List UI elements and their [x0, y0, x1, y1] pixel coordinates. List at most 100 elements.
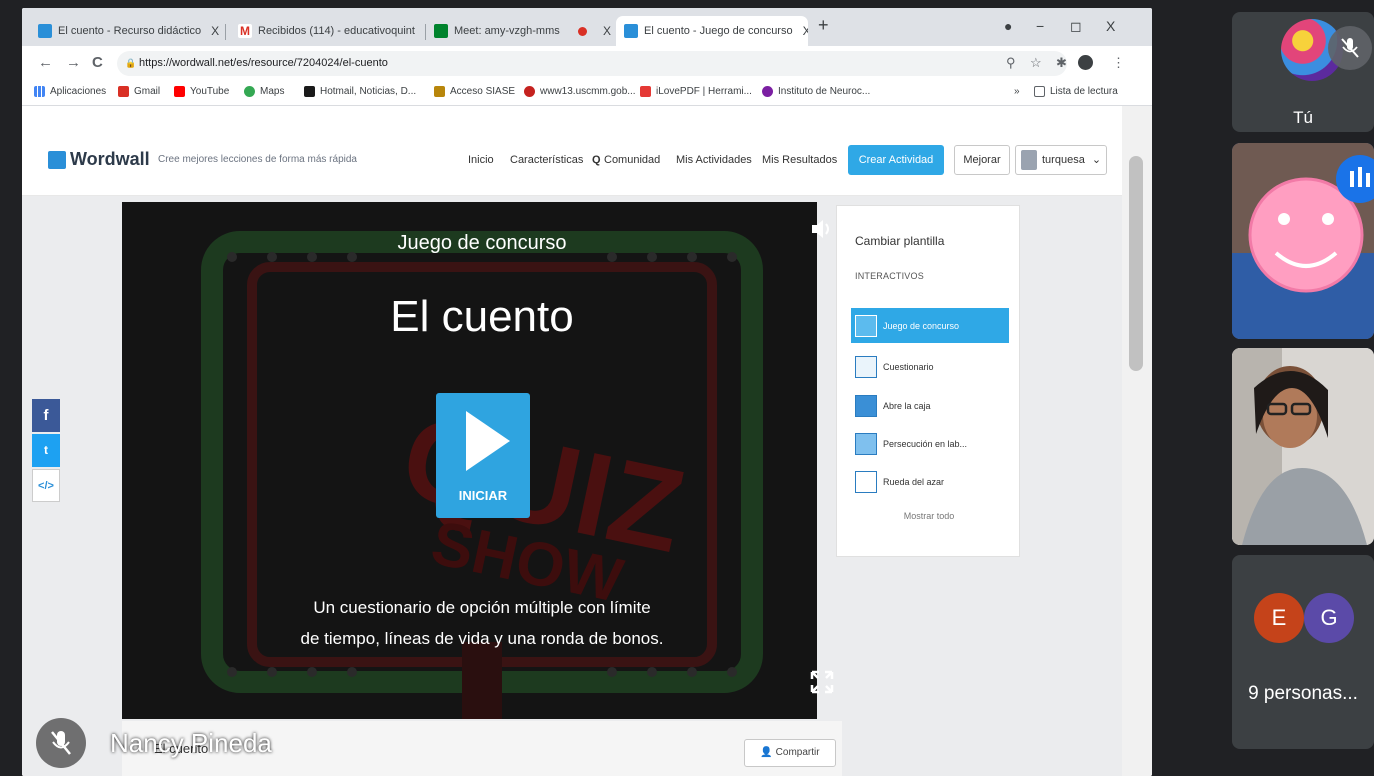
search-icon[interactable]: Q — [592, 154, 601, 166]
gmail-favicon-icon: M — [238, 24, 252, 38]
maps-icon — [244, 86, 255, 97]
bookmark-label: www13.uscmm.gob... — [540, 86, 636, 97]
wordwall-logo-icon — [48, 150, 66, 169]
facebook-share-icon[interactable]: f — [32, 399, 60, 432]
minimize-button[interactable]: − — [1036, 18, 1044, 34]
back-icon[interactable]: ← — [38, 54, 53, 71]
bookmark-label: Instituto de Neuroc... — [778, 86, 871, 97]
bookmark-gmail[interactable]: Gmail — [118, 86, 160, 97]
bookmark-ilovepdf[interactable]: iLovePDF | Herrami... — [640, 86, 752, 97]
browser-tab[interactable]: X — [570, 16, 620, 46]
tab-title: El cuento - Recurso didáctico — [58, 25, 202, 37]
embed-icon[interactable]: </> — [32, 469, 60, 502]
template-juego-de-concurso[interactable]: Juego de concurso — [851, 308, 1009, 343]
bookmarks-overflow-button[interactable]: » — [1014, 86, 1020, 97]
extensions-icon[interactable]: ✱ — [1056, 55, 1067, 71]
upgrade-button[interactable]: Mejorar — [954, 145, 1010, 175]
tab-close-icon[interactable]: X — [803, 24, 808, 38]
browser-tab[interactable]: Meet: amy-vzgh-mms — [426, 16, 566, 46]
siase-icon — [434, 86, 445, 97]
template-cuestionario[interactable]: Cuestionario — [851, 349, 1009, 384]
tab-title: Meet: amy-vzgh-mms — [454, 25, 560, 37]
logo-text: Wordwall — [70, 149, 150, 169]
participant-avatar-e: E — [1254, 593, 1304, 643]
bookmark-instituto[interactable]: Instituto de Neuroc... — [762, 86, 870, 97]
browser-tab[interactable]: El cuento - Recurso didáctico X — [30, 16, 220, 46]
nav-mis-resultados[interactable]: Mis Resultados — [762, 154, 837, 166]
template-abre-la-caja[interactable]: Abre la caja — [851, 388, 1009, 423]
scrollbar-thumb[interactable] — [1129, 156, 1143, 371]
start-game-button[interactable]: INICIAR — [436, 393, 530, 518]
forward-icon[interactable]: → — [66, 54, 81, 71]
maximize-button[interactable]: ◻ — [1070, 18, 1082, 35]
self-label: Tú — [1293, 108, 1313, 127]
reload-icon[interactable]: C — [92, 54, 103, 71]
meet-favicon-icon — [434, 24, 448, 38]
menu-dots-icon[interactable]: ⋮ — [1112, 55, 1125, 71]
profile-dot-icon[interactable]: ● — [1004, 18, 1012, 34]
self-tile[interactable]: Tú — [1232, 12, 1374, 132]
tab-title: El cuento - Juego de concurso — [644, 25, 793, 37]
wordwall-logo[interactable]: Wordwall — [48, 149, 150, 170]
description-line: de tiempo, líneas de vida y una ronda de… — [300, 629, 664, 648]
game-preview[interactable]: QUIZ SHOW Juego de concurso El cuento IN… — [122, 202, 817, 719]
bookmark-uscmm[interactable]: www13.uscmm.gob... — [524, 86, 636, 97]
bookmark-siase[interactable]: Acceso SIASE — [434, 86, 515, 97]
start-label: INICIAR — [458, 488, 508, 503]
wordwall-header: Wordwall Cree mejores lecciones de forma… — [22, 106, 1122, 196]
tab-close-icon[interactable]: X — [603, 24, 611, 38]
bookmark-apps[interactable]: Aplicaciones — [34, 86, 106, 97]
zoom-icon[interactable]: ⚲ — [1006, 55, 1016, 71]
bookmark-star-icon[interactable]: ☆ — [1030, 55, 1042, 71]
nav-comunidad[interactable]: Comunidad — [604, 154, 660, 166]
maze-chase-icon — [855, 432, 877, 455]
template-rueda-del-azar[interactable]: Rueda del azar — [851, 464, 1009, 499]
participants-count: 9 personas... — [1248, 683, 1358, 704]
create-activity-button[interactable]: Crear Actividad — [848, 145, 944, 175]
template-label: Persecución en lab... — [883, 438, 968, 449]
heart-icon — [640, 86, 651, 97]
participant-video-tile[interactable] — [1232, 143, 1374, 339]
close-window-button[interactable]: X — [1106, 18, 1115, 34]
template-persecucion[interactable]: Persecución en lab... — [851, 426, 1009, 461]
bookmark-maps[interactable]: Maps — [244, 86, 284, 97]
mic-off-icon — [1328, 26, 1372, 70]
apps-grid-icon — [34, 86, 45, 97]
share-button[interactable]: 👤 Compartir — [744, 739, 836, 767]
new-tab-button[interactable]: + — [818, 15, 829, 36]
profile-avatar[interactable] — [1078, 55, 1093, 70]
game-subtitle: Juego de concurso — [397, 232, 567, 254]
lock-icon: 🔒 — [125, 58, 137, 68]
template-panel-title: Cambiar plantilla — [855, 234, 945, 248]
bookmark-hotmail[interactable]: Hotmail, Noticias, D... — [304, 86, 416, 97]
browser-tab-active[interactable]: El cuento - Juego de concurso X — [616, 16, 808, 46]
page-scrollbar[interactable] — [1122, 106, 1152, 776]
nav-mis-actividades[interactable]: Mis Actividades — [676, 154, 752, 166]
participants-summary-tile[interactable]: E G 9 personas... — [1232, 555, 1374, 749]
template-section-label: INTERACTIVOS — [855, 271, 924, 281]
wordwall-favicon-icon — [624, 24, 638, 38]
fullscreen-icon[interactable] — [809, 669, 835, 695]
recording-dot-icon — [578, 26, 587, 36]
nav-caracteristicas[interactable]: Características — [510, 154, 583, 166]
url-field[interactable]: 🔒 https://wordwall.net/es/resource/72040… — [117, 51, 1067, 76]
bookmark-label: iLovePDF | Herrami... — [656, 86, 752, 97]
person-icon: 👤 — [760, 747, 776, 758]
sound-icon[interactable] — [810, 218, 834, 240]
template-panel: Cambiar plantilla INTERACTIVOS Juego de … — [836, 205, 1020, 557]
presenter-name: Nancy Pineda — [110, 727, 272, 758]
reading-list-button[interactable]: Lista de lectura — [1034, 86, 1118, 97]
browser-tab[interactable]: M Recibidos (114) - educativoquint X — [230, 16, 420, 46]
nav-inicio[interactable]: Inicio — [468, 154, 494, 166]
bookmark-label: Hotmail, Noticias, D... — [320, 86, 417, 97]
bookmark-label: Acceso SIASE — [450, 86, 516, 97]
url-text: https://wordwall.net/es/resource/7204024… — [139, 57, 388, 69]
tab-close-icon[interactable]: X — [211, 24, 219, 38]
tagline: Cree mejores lecciones de forma más rápi… — [158, 154, 357, 165]
bookmark-youtube[interactable]: YouTube — [174, 86, 229, 97]
twitter-share-icon[interactable]: t — [32, 434, 60, 467]
show-all-link[interactable]: Mostrar todo — [837, 511, 1021, 521]
participant-video-tile[interactable] — [1232, 348, 1374, 545]
user-menu-button[interactable]: turquesa ⌄ — [1015, 145, 1107, 175]
quiz-icon — [855, 355, 877, 378]
